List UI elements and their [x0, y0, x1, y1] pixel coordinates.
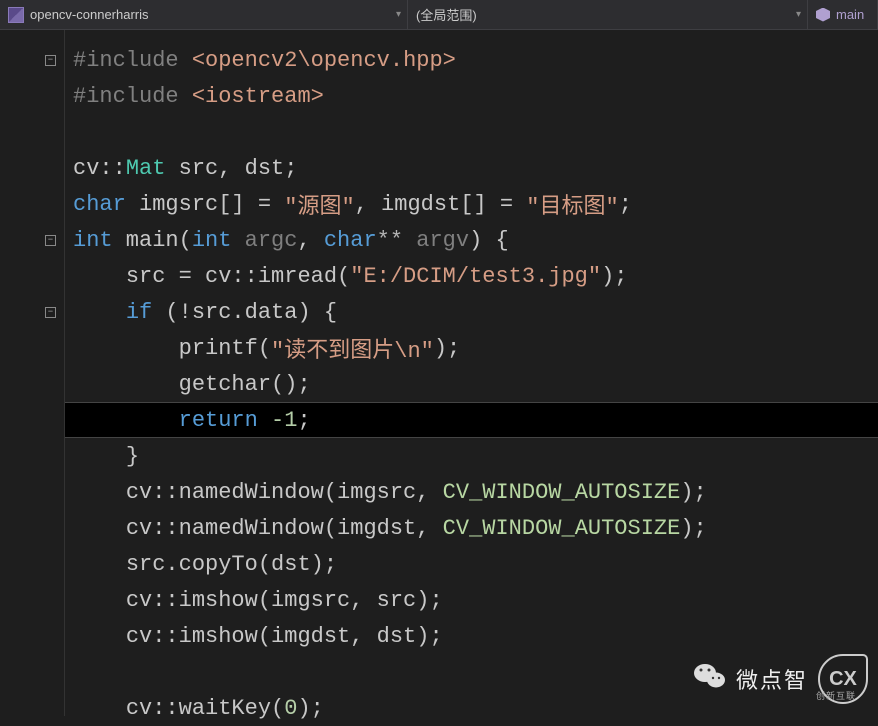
code-line: cv::namedWindow(imgsrc, CV_WINDOW_AUTOSI…: [65, 474, 878, 510]
code-line: cv::imshow(imgsrc, src);: [65, 582, 878, 618]
code-line: cv::Mat src, dst;: [65, 150, 878, 186]
fold-toggle[interactable]: −: [45, 307, 56, 318]
gutter: − − −: [0, 30, 65, 716]
code-line: getchar();: [65, 366, 878, 402]
fold-toggle[interactable]: −: [45, 55, 56, 66]
watermark: 微点智 CX 创新互联: [694, 654, 868, 704]
watermark-sub: 创新互联: [816, 689, 856, 702]
code-line: src = cv::imread("E:/DCIM/test3.jpg");: [65, 258, 878, 294]
code-line: }: [65, 438, 878, 474]
code-line: #include <iostream>: [65, 78, 878, 114]
project-icon: [8, 7, 24, 23]
code-line: src.copyTo(dst);: [65, 546, 878, 582]
navigation-bar: opencv-connerharris ▾ (全局范围) ▾ main: [0, 0, 878, 30]
code-line: int main(int argc, char** argv) {: [65, 222, 878, 258]
wechat-icon: [694, 662, 726, 697]
code-line-current: return -1;: [65, 402, 878, 438]
project-name: opencv-connerharris: [30, 7, 149, 22]
scope-dropdown[interactable]: (全局范围) ▾: [408, 0, 808, 29]
scope-label: (全局范围): [416, 5, 477, 24]
code-area[interactable]: #include <opencv2\opencv.hpp> #include <…: [65, 30, 878, 716]
chevron-down-icon: ▾: [796, 9, 801, 20]
code-line: char imgsrc[] = "源图", imgdst[] = "目标图";: [65, 186, 878, 222]
code-line: #include <opencv2\opencv.hpp>: [65, 42, 878, 78]
project-dropdown[interactable]: opencv-connerharris ▾: [0, 0, 408, 29]
member-label: main: [836, 7, 864, 22]
chevron-down-icon: ▾: [396, 9, 401, 20]
code-line: [65, 114, 878, 150]
code-line: printf("读不到图片\n");: [65, 330, 878, 366]
cube-icon: [816, 8, 830, 22]
code-line: cv::imshow(imgdst, dst);: [65, 618, 878, 654]
code-line: cv::namedWindow(imgdst, CV_WINDOW_AUTOSI…: [65, 510, 878, 546]
editor: − − − #include <opencv2\opencv.hpp> #inc…: [0, 30, 878, 716]
code-line: if (!src.data) {: [65, 294, 878, 330]
watermark-text: 微点智: [736, 663, 808, 695]
member-dropdown[interactable]: main: [808, 0, 878, 29]
fold-toggle[interactable]: −: [45, 235, 56, 246]
